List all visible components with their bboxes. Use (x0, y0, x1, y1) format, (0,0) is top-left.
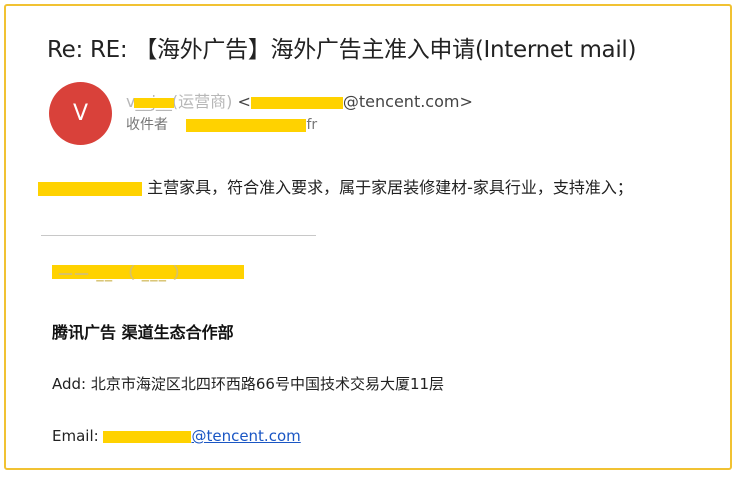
recipient-line: 收件者 fr (126, 114, 317, 134)
avatar-letter: V (72, 101, 89, 126)
signature-address: Add: 北京市海淀区北四环西路66号中国技术交易大厦11层 (52, 375, 445, 393)
sender-address: @tencent.com> (342, 92, 473, 111)
redaction-bar (103, 430, 192, 443)
email-domain: @tencent.com (191, 427, 301, 445)
recipient-label: 收件者 (126, 117, 168, 133)
email-label: Email: (52, 427, 104, 445)
redaction-bar (134, 98, 174, 108)
email-link[interactable]: @tencent.com (103, 427, 301, 445)
sender-line[interactable]: v__j__(运营商) < @tencent.com> (126, 88, 473, 112)
sender-open-bracket: < (237, 92, 251, 111)
signature-name-redacted: —— __ （ ___ ） (58, 264, 190, 282)
sender-name-redacted: v__j__(运营商) (126, 92, 233, 111)
signature-email: Email: @tencent.com (52, 427, 301, 445)
email-frame (4, 4, 732, 470)
sender-avatar[interactable]: V (49, 82, 112, 145)
signature-company: 腾讯广告 渠道生态合作部 (52, 323, 234, 342)
signature-divider (41, 235, 316, 236)
redaction-bar (186, 118, 307, 132)
redaction-bar (38, 181, 142, 196)
recipient-suffix: fr (306, 117, 318, 133)
email-subject: Re: RE: 【海外广告】海外广告主准入申请(Internet mail) (47, 37, 637, 63)
body-text: 主营家具，符合准入要求，属于家居装修建材-家具行业，支持准入； (147, 178, 633, 197)
redaction-bar (250, 96, 343, 109)
email-body: 主营家具，符合准入要求，属于家居装修建材-家具行业，支持准入； (38, 174, 633, 198)
